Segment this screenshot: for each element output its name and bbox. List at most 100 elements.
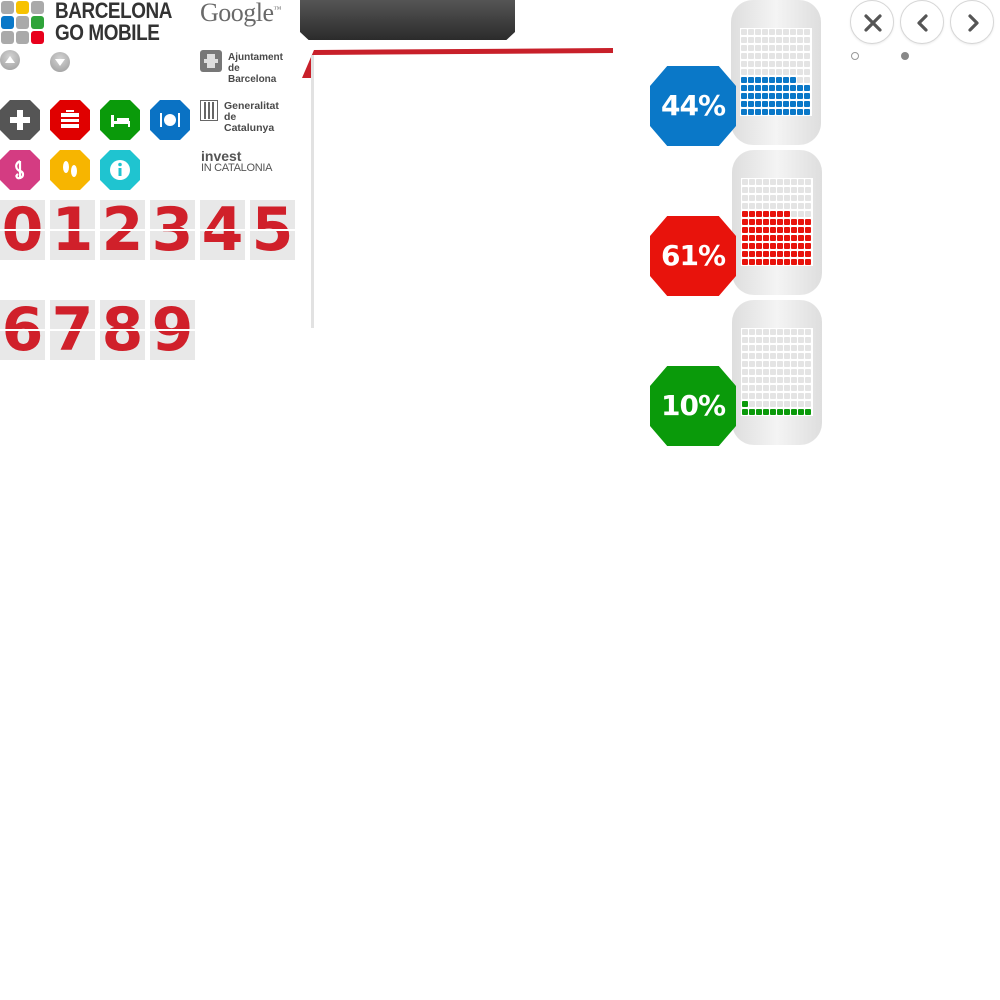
stat-cell [805,211,811,217]
stat-cell [763,345,769,351]
stat-cell [790,101,796,107]
stat-cell [741,37,747,43]
stat-cell [776,53,782,59]
stat-cell [756,353,762,359]
stat-cell [791,211,797,217]
stat-cell [756,243,762,249]
stat-cell [805,203,811,209]
stat-cell [769,45,775,51]
stat-cell [783,45,789,51]
stat-cell [756,187,762,193]
stat-cell [798,251,804,257]
stat-cell [798,345,804,351]
stat-cell [776,29,782,35]
category-info-button[interactable] [100,150,140,190]
stat-cell [791,409,797,415]
logo-line-2: GO MOBILE [55,20,160,45]
stat-cell [748,45,754,51]
category-music-button[interactable] [0,150,40,190]
stat-cell [762,85,768,91]
digit-seam [150,229,195,231]
digit-1: 1 [50,200,95,260]
stat-cell [805,337,811,343]
stat-cell [784,377,790,383]
stat-cell [769,85,775,91]
stat-cell [749,219,755,225]
stat-cell [742,329,748,335]
up-arrow-icon [5,56,15,63]
stat-cell [784,259,790,265]
stat-cell [776,85,782,91]
stat-cell [762,37,768,43]
stat-cell [784,187,790,193]
stat-cell [748,93,754,99]
previous-button[interactable] [900,0,944,44]
stat-cell [749,227,755,233]
stat-cell [763,361,769,367]
stat-cell [777,243,783,249]
stat-cell [748,37,754,43]
pager-dot-1[interactable] [851,52,859,60]
stat-cell [784,235,790,241]
stat-cell [791,337,797,343]
category-walking-button[interactable] [50,150,90,190]
stat-cell [798,409,804,415]
stat-phone [732,300,822,445]
stat-cell [805,353,811,359]
stat-cell [762,69,768,75]
generalitat-crest-icon [200,100,218,122]
stat-cell [742,219,748,225]
stat-cell [756,227,762,233]
category-shopping-button[interactable] [50,100,90,140]
stat-cell [763,259,769,265]
digit-2: 2 [100,200,145,260]
scroll-up-button[interactable] [0,50,20,70]
ajuntament-line-1: Ajuntament [228,52,283,63]
stat-cell [749,235,755,241]
stat-cell [770,179,776,185]
digit-8: 8 [100,300,145,360]
stat-cell [798,243,804,249]
category-restaurants-button[interactable] [150,100,190,140]
stat-cell [770,369,776,375]
stat-cell [776,45,782,51]
stat-cell [776,69,782,75]
stat-cell [784,385,790,391]
category-plus-button[interactable] [0,100,40,140]
stat-cell [791,345,797,351]
stat-cell [797,29,803,35]
logo-square [1,31,14,44]
close-button[interactable] [850,0,894,44]
stat-cell [748,101,754,107]
stat-cell [749,187,755,193]
stat-cell [756,203,762,209]
stat-cell [756,345,762,351]
stat-cell [756,235,762,241]
stat-cell [770,251,776,257]
stat-cell [777,187,783,193]
stat-cell [798,235,804,241]
stat-cell [742,401,748,407]
stat-cell [798,393,804,399]
category-accommodation-button[interactable] [100,100,140,140]
stat-cell [783,69,789,75]
stat-cell [749,409,755,415]
stat-cell [742,345,748,351]
stat-cell [777,377,783,383]
stat-cell [804,53,810,59]
stat-cell [805,401,811,407]
stat-cell [790,77,796,83]
scroll-down-button[interactable] [50,52,70,72]
stat-cell [790,37,796,43]
pager-dot-2[interactable] [901,52,909,60]
stat-cell [742,203,748,209]
stat-cell [769,29,775,35]
stat-cell [763,353,769,359]
stat-cell [770,187,776,193]
stat-cell [749,377,755,383]
stat-cell [777,345,783,351]
stat-cell [777,337,783,343]
stat-cell [784,353,790,359]
stat-cell [783,101,789,107]
next-button[interactable] [950,0,994,44]
